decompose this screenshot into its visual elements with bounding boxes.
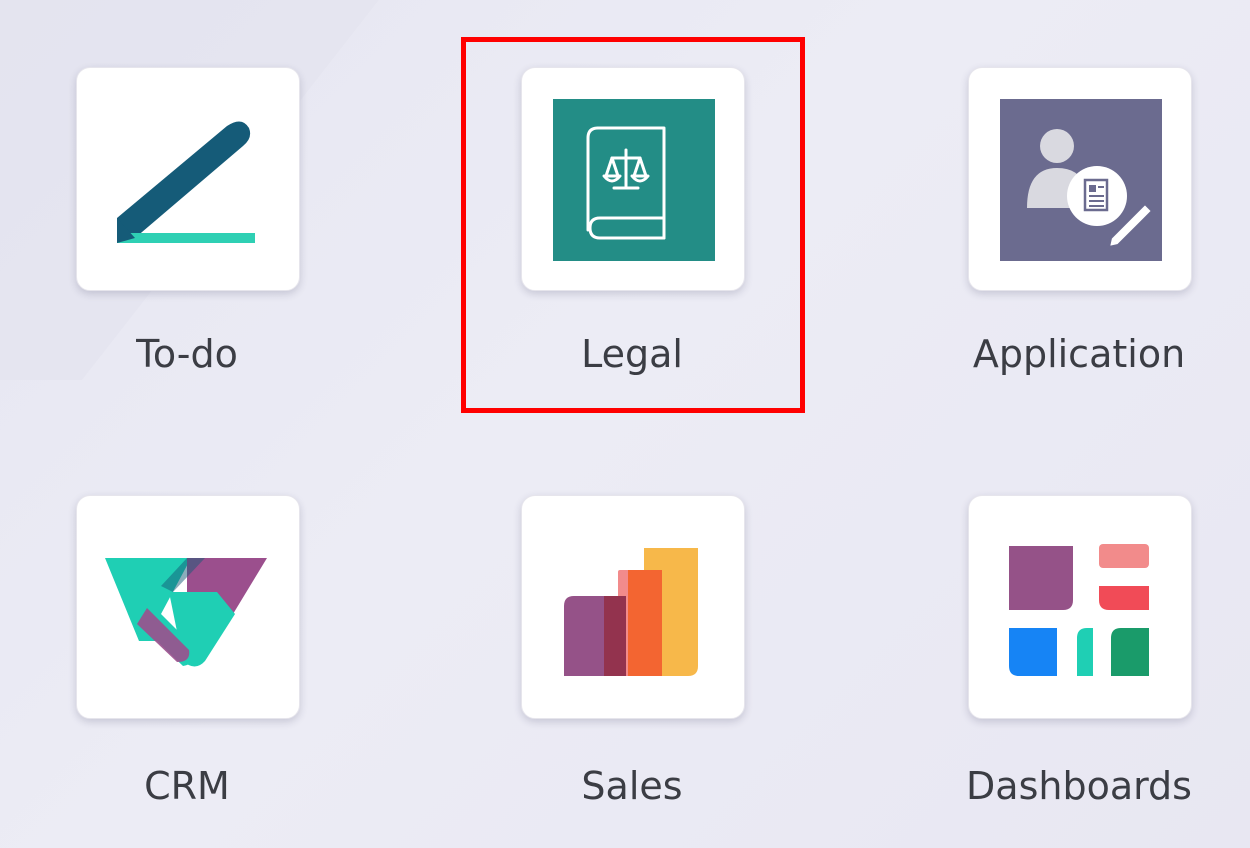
app-legal[interactable]: Legal [482,0,782,380]
app-sales[interactable]: Sales [482,430,782,810]
app-label-application: Application [972,332,1186,376]
app-tile-todo[interactable] [76,67,300,291]
app-dashboards[interactable]: Dashboards [929,430,1229,810]
app-tile-crm[interactable] [76,495,300,719]
app-label-crm: CRM [144,764,230,808]
app-label-dashboards: Dashboards [966,764,1192,808]
app-todo[interactable]: To-do [37,0,337,380]
legal-scales-book-icon [553,99,715,261]
app-label-todo: To-do [136,332,238,376]
crm-handshake-icon [105,558,267,667]
app-tile-dashboards[interactable] [968,495,1192,719]
app-tile-sales[interactable] [521,495,745,719]
app-label-sales: Sales [581,764,683,808]
sales-bar-chart-icon [564,548,698,676]
app-tile-application[interactable] [968,67,1192,291]
app-application[interactable]: Application [929,0,1229,380]
app-crm[interactable]: CRM [37,430,337,810]
dashboards-blocks-icon [1009,544,1149,676]
todo-pen-icon [117,121,255,243]
application-person-document-icon [1000,99,1162,261]
app-grid: To-do Legal Application CRM Sales Dashbo… [0,0,1250,848]
app-tile-legal[interactable] [521,67,745,291]
app-label-legal: Legal [581,332,683,376]
